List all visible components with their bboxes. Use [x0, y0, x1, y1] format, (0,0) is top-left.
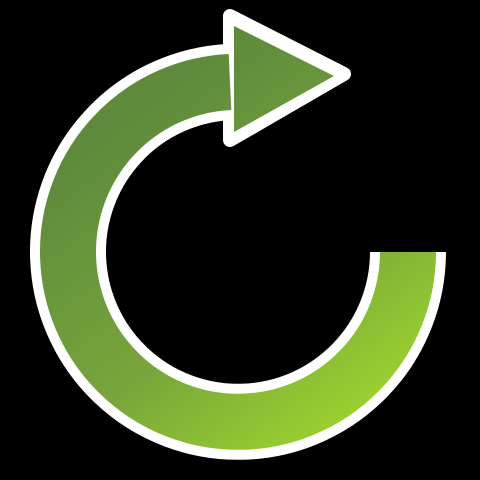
icon-canvas: [0, 0, 480, 480]
refresh-icon: [30, 9, 446, 460]
